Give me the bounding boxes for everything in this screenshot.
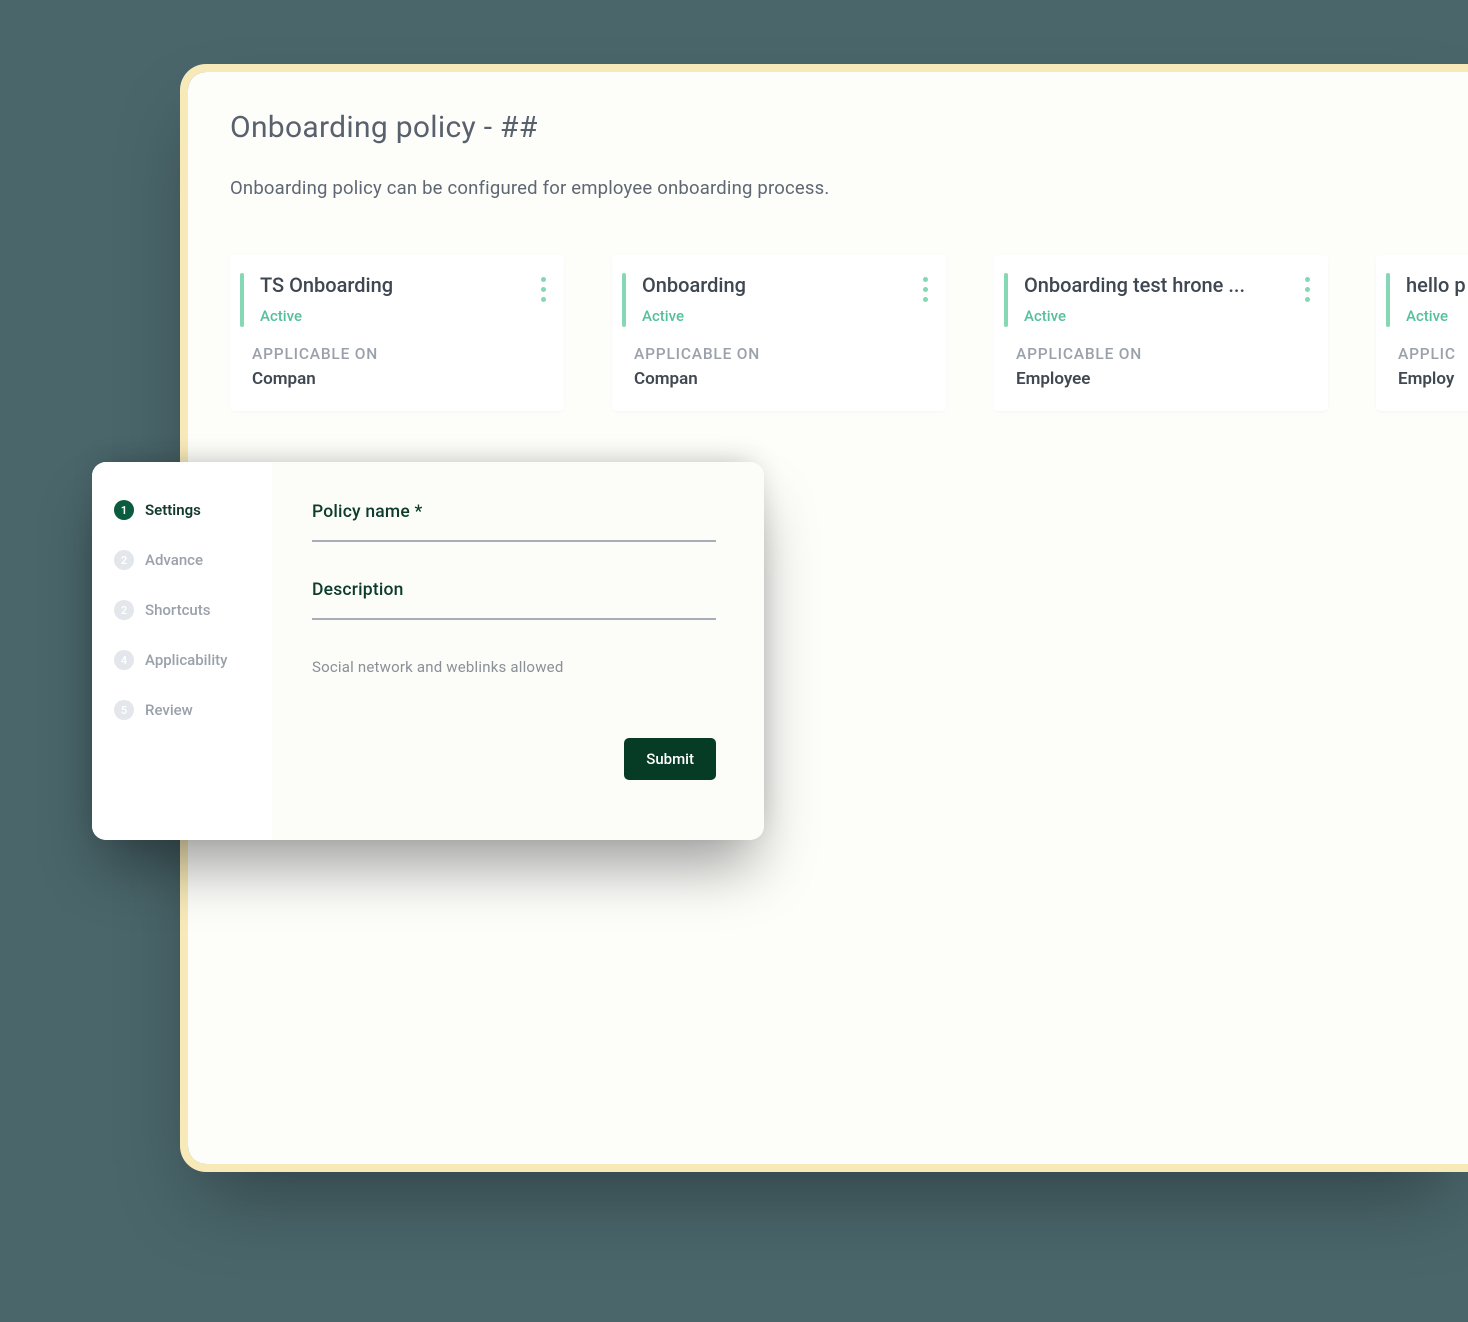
card-accent	[622, 273, 626, 327]
form-hint: Social network and weblinks allowed	[312, 658, 716, 676]
policy-card[interactable]: TS Onboarding Active APPLICABLE ON Compa…	[230, 255, 564, 411]
policy-card[interactable]: Onboarding Active APPLICABLE ON Compan	[612, 255, 946, 411]
input-underline	[312, 540, 716, 542]
policy-form-panel: 1 Settings 2 Advance 2 Shortcuts 4 Appli…	[92, 462, 764, 840]
card-accent	[1004, 273, 1008, 327]
description-label: Description	[312, 580, 716, 600]
kebab-icon[interactable]	[919, 273, 932, 306]
policy-card-title: Onboarding	[634, 273, 884, 297]
status-badge: Active	[1016, 307, 1310, 325]
applicable-on-value: Compan	[634, 369, 928, 389]
step-number: 4	[114, 650, 134, 670]
policy-card-title: Onboarding test hrone ...	[1016, 273, 1266, 297]
applicable-on-label: APPLICABLE ON	[252, 345, 546, 363]
step-shortcuts[interactable]: 2 Shortcuts	[114, 600, 258, 620]
status-badge: Active	[252, 307, 546, 325]
page-subtitle: Onboarding policy can be configured for …	[230, 177, 1426, 199]
step-advance[interactable]: 2 Advance	[114, 550, 258, 570]
kebab-icon[interactable]	[537, 273, 550, 306]
step-number: 1	[114, 500, 134, 520]
card-accent	[1386, 273, 1390, 327]
step-number: 2	[114, 600, 134, 620]
policy-name-label: Policy name *	[312, 502, 716, 522]
form-body: Policy name * Description Social network…	[272, 462, 764, 840]
step-applicability[interactable]: 4 Applicability	[114, 650, 258, 670]
step-label: Settings	[145, 501, 201, 519]
applicable-on-value: Compan	[252, 369, 546, 389]
form-stepper: 1 Settings 2 Advance 2 Shortcuts 4 Appli…	[92, 462, 272, 840]
applicable-on-label: APPLICABLE ON	[1016, 345, 1310, 363]
page-title: Onboarding policy - ##	[230, 110, 1426, 145]
step-number: 2	[114, 550, 134, 570]
policy-cards-row: TS Onboarding Active APPLICABLE ON Compa…	[230, 255, 1426, 411]
policy-card[interactable]: hello p Active APPLIC Employ	[1376, 255, 1468, 411]
status-badge: Active	[1398, 307, 1468, 325]
description-field[interactable]: Description	[312, 580, 716, 620]
status-badge: Active	[634, 307, 928, 325]
kebab-icon[interactable]	[1301, 273, 1314, 306]
step-label: Advance	[145, 551, 203, 569]
input-underline	[312, 618, 716, 620]
policy-card[interactable]: Onboarding test hrone ... Active APPLICA…	[994, 255, 1328, 411]
applicable-on-value: Employ	[1398, 369, 1468, 389]
policy-card-title: hello p	[1398, 273, 1468, 297]
step-settings[interactable]: 1 Settings	[114, 500, 258, 520]
step-label: Review	[145, 701, 193, 719]
step-label: Applicability	[145, 651, 227, 669]
applicable-on-label: APPLIC	[1398, 345, 1468, 363]
card-accent	[240, 273, 244, 327]
applicable-on-label: APPLICABLE ON	[634, 345, 928, 363]
policy-name-field[interactable]: Policy name *	[312, 502, 716, 542]
policy-card-title: TS Onboarding	[252, 273, 502, 297]
step-number: 5	[114, 700, 134, 720]
submit-button[interactable]: Submit	[624, 738, 716, 780]
step-review[interactable]: 5 Review	[114, 700, 258, 720]
step-label: Shortcuts	[145, 601, 210, 619]
applicable-on-value: Employee	[1016, 369, 1310, 389]
